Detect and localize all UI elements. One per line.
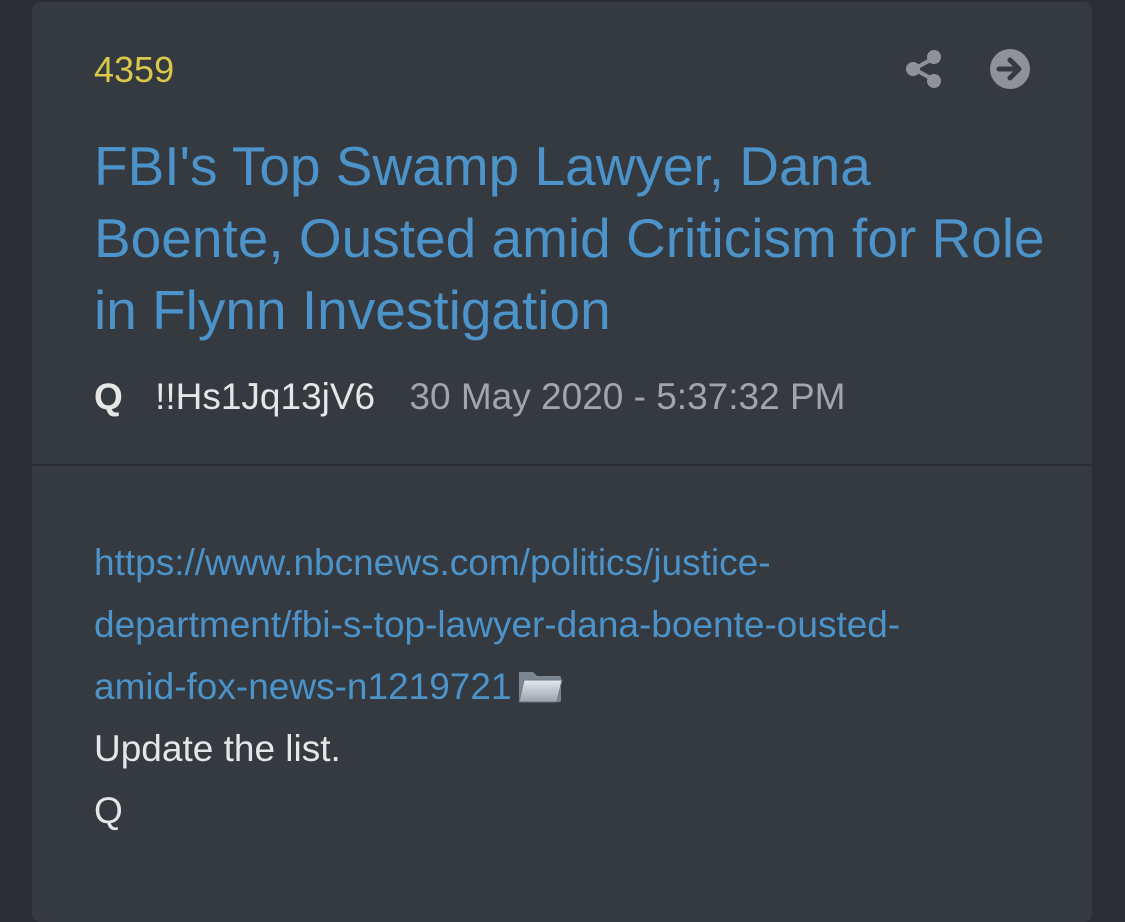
body-text-line-1: Update the list. (94, 728, 341, 769)
post-body: https://www.nbcnews.com/politics/justice… (94, 532, 1054, 842)
tripcode: !!Hs1Jq13jV6 (155, 376, 376, 417)
post-card: 4359 FBI's Top Swamp Lawyer, Dana Boente… (32, 2, 1092, 922)
share-button[interactable] (902, 47, 946, 91)
folder-icon[interactable] (516, 665, 564, 705)
share-icon (906, 50, 941, 88)
author-name: Q (94, 376, 123, 417)
link-line-3-wrapper: amid-fox-news-n1219721 (94, 656, 1054, 718)
body-signature: Q (94, 790, 123, 831)
article-link-line-1[interactable]: https://www.nbcnews.com/politics/justice… (94, 532, 1054, 594)
post-meta: Q !!Hs1Jq13jV6 30 May 2020 - 5:37:32 PM (94, 374, 845, 420)
post-header: 4359 FBI's Top Swamp Lawyer, Dana Boente… (32, 2, 1092, 466)
goto-post-button[interactable] (988, 47, 1032, 91)
article-link-line-2[interactable]: department/fbi-s-top-lawyer-dana-boente-… (94, 594, 1054, 656)
post-title[interactable]: FBI's Top Swamp Lawyer, Dana Boente, Ous… (94, 130, 1054, 346)
post-number[interactable]: 4359 (94, 50, 174, 90)
timestamp: 30 May 2020 - 5:37:32 PM (409, 376, 846, 417)
article-link-line-3[interactable]: amid-fox-news-n1219721 (94, 666, 512, 707)
arrow-right-circle-icon (990, 49, 1030, 89)
